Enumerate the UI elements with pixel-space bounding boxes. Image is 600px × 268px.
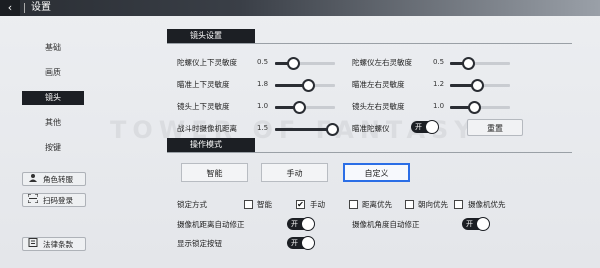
slider-fill (275, 128, 332, 131)
qr-scan-icon (27, 193, 39, 208)
camera-distance-autocorrect-toggle[interactable]: 开 (287, 217, 315, 231)
gyro-horizontal-value: 0.5 (433, 58, 445, 66)
toggle-knob (301, 217, 315, 231)
toggle-knob (425, 120, 439, 134)
toggle-state-text: 开 (291, 239, 298, 247)
lock-camera-priority-label: 摄像机优先 (468, 200, 506, 209)
camera-vertical-label: 镜头上下灵敏度 (177, 102, 230, 111)
gyro-vertical-slider[interactable] (275, 57, 335, 70)
slider-knob[interactable] (302, 79, 315, 92)
top-bar: ‹ 设置 (0, 0, 600, 16)
camera-distance-autocorrect-label: 摄像机距离自动修正 (177, 220, 245, 229)
camera-angle-autocorrect-toggle[interactable]: 开 (462, 217, 490, 231)
mode-custom-button[interactable]: 自定义 (343, 163, 410, 182)
qr-login-label: 扫码登录 (43, 196, 73, 205)
lock-facing-priority-label: 朝向优先 (418, 200, 448, 209)
toggle-state-text: 开 (466, 220, 473, 228)
aim-gyro-toggle[interactable]: 开 (411, 120, 439, 134)
legal-terms-button[interactable]: 法律条款 (22, 237, 86, 251)
back-chevron-icon: ‹ (7, 1, 13, 14)
camera-vertical-slider[interactable] (275, 101, 335, 114)
camera-horizontal-label: 镜头左右灵敏度 (352, 102, 405, 111)
slider-knob[interactable] (471, 79, 484, 92)
qr-login-button[interactable]: 扫码登录 (22, 193, 86, 207)
lock-camera-priority-checkbox[interactable] (454, 200, 463, 209)
slider-knob[interactable] (462, 57, 475, 70)
reset-button[interactable]: 重置 (467, 119, 523, 136)
gyro-vertical-value: 0.5 (257, 58, 269, 66)
aim-gyro-label: 瞄准陀螺仪 (352, 124, 390, 133)
page-title: 设置 (31, 2, 51, 13)
sidebar-item-basic[interactable]: 基础 (22, 41, 84, 55)
character-transfer-button[interactable]: 角色转服 (22, 172, 86, 186)
lock-manual-checkbox[interactable]: ✔ (296, 200, 305, 209)
mode-smart-button[interactable]: 智能 (181, 163, 248, 182)
slider-knob[interactable] (293, 101, 306, 114)
operation-mode-header: 操作模式 (167, 138, 255, 152)
toggle-knob (476, 217, 490, 231)
back-button[interactable]: ‹ (0, 0, 20, 16)
aim-horizontal-label: 瞄准左右灵敏度 (352, 80, 405, 89)
legal-terms-label: 法律条款 (43, 240, 73, 249)
aim-vertical-slider[interactable] (275, 79, 335, 92)
toggle-state-text: 开 (415, 123, 422, 131)
title-divider (24, 3, 25, 13)
camera-settings-header: 镜头设置 (167, 29, 255, 43)
slider-knob[interactable] (326, 123, 339, 136)
section-divider (167, 43, 572, 44)
section-divider (167, 152, 572, 153)
gyro-horizontal-label: 陀螺仪左右灵敏度 (352, 58, 412, 67)
user-transfer-icon (27, 173, 39, 187)
aim-horizontal-value: 1.2 (433, 80, 445, 88)
camera-horizontal-slider[interactable] (450, 101, 510, 114)
gyro-horizontal-slider[interactable] (450, 57, 510, 70)
show-lock-button-toggle[interactable]: 开 (287, 236, 315, 250)
lock-facing-priority-checkbox[interactable] (405, 200, 414, 209)
character-transfer-label: 角色转服 (43, 175, 73, 184)
lock-smart-checkbox[interactable] (244, 200, 253, 209)
sidebar-item-other[interactable]: 其他 (22, 116, 84, 130)
sidebar-item-camera[interactable]: 镜头 (22, 91, 84, 105)
aim-vertical-value: 1.8 (257, 80, 269, 88)
slider-knob[interactable] (468, 101, 481, 114)
camera-vertical-value: 1.0 (257, 102, 269, 110)
lock-distance-priority-label: 距离优先 (362, 200, 392, 209)
aim-horizontal-slider[interactable] (450, 79, 510, 92)
toggle-knob (301, 236, 315, 250)
mode-manual-button[interactable]: 手动 (261, 163, 328, 182)
gyro-vertical-label: 陀螺仪上下灵敏度 (177, 58, 237, 67)
camera-horizontal-value: 1.0 (433, 102, 445, 110)
slider-knob[interactable] (287, 57, 300, 70)
combat-camera-distance-value: 1.5 (257, 124, 269, 132)
lock-smart-label: 智能 (257, 200, 272, 209)
lock-manual-label: 手动 (310, 200, 325, 209)
camera-angle-autocorrect-label: 摄像机角度自动修正 (352, 220, 420, 229)
sidebar-item-keys[interactable]: 按键 (22, 141, 84, 155)
lock-method-label: 锁定方式 (177, 200, 207, 209)
lock-distance-priority-checkbox[interactable] (349, 200, 358, 209)
combat-camera-distance-slider[interactable] (275, 123, 339, 136)
aim-vertical-label: 瞄准上下灵敏度 (177, 80, 230, 89)
combat-camera-distance-label: 战斗时摄像机距离 (177, 124, 237, 133)
show-lock-button-label: 显示锁定按钮 (177, 239, 222, 248)
toggle-state-text: 开 (291, 220, 298, 228)
sidebar: 基础 画质 镜头 其他 按键 角色转服 扫码登录 法律条款 (0, 16, 115, 268)
document-icon (27, 238, 39, 252)
sidebar-item-graphics[interactable]: 画质 (22, 66, 84, 80)
